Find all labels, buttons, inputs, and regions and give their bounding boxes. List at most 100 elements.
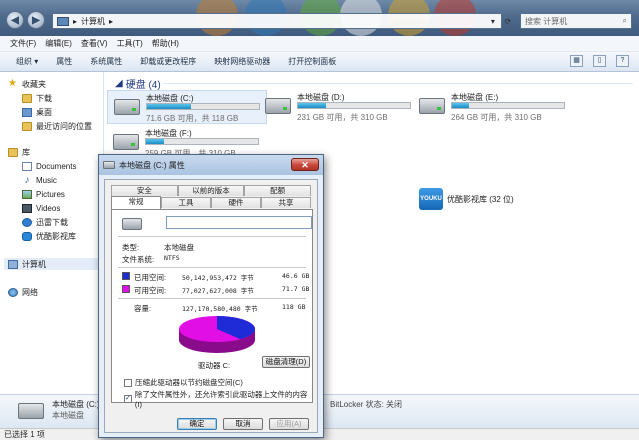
menu-file[interactable]: 文件(F) — [10, 38, 36, 49]
sidebar-item-network[interactable]: 网络 — [8, 286, 38, 298]
hard-disks-group-header[interactable]: ◢ 硬盘 (4) — [115, 76, 630, 91]
drive-free-space: 264 GB 可用，共 310 GB — [451, 113, 542, 122]
sidebar-item-desktop[interactable]: 桌面 — [22, 106, 52, 118]
tab-security[interactable]: 安全 — [111, 185, 178, 196]
organize-button[interactable]: 组织 ▾ — [16, 56, 38, 67]
sidebar-item-documents[interactable]: Documents — [22, 160, 76, 172]
back-button[interactable]: ◀ — [6, 11, 24, 29]
filesystem-label: 文件系统: — [122, 255, 155, 264]
drive-usage-bar — [451, 102, 565, 109]
drive-item-d[interactable]: 本地磁盘 (D:) 231 GB 可用，共 310 GB — [259, 90, 419, 124]
address-separator: ▸ — [73, 16, 78, 26]
documents-icon — [22, 161, 32, 171]
sidebar-item-youku-library[interactable]: 优酷影视库 — [22, 230, 76, 242]
tab-sharing[interactable]: 共享 — [261, 197, 311, 208]
bitlocker-status: BitLocker 状态: 关闭 — [330, 400, 403, 409]
sidebar-item-thunder-downloads[interactable]: 迅雷下载 — [22, 216, 68, 228]
drive-usage-bar — [146, 103, 260, 110]
cancel-button[interactable]: 取消 — [223, 418, 263, 430]
checkbox-unchecked[interactable] — [124, 378, 132, 387]
drive-usage-fill — [452, 103, 469, 108]
change-view-icon[interactable]: ▦ — [570, 55, 583, 67]
explorer-titlebar: ◀ ▶ ▸ 计算机 ▸ ▾ ⟳ 搜索 计算机 ⌕ — [0, 0, 639, 36]
sidebar-item-libraries[interactable]: 库 — [8, 146, 30, 158]
tab-hardware[interactable]: 硬件 — [211, 197, 261, 208]
youku-icon — [22, 231, 32, 241]
sidebar-item-label: Music — [36, 175, 57, 185]
dropdown-icon[interactable]: ▾ — [491, 17, 495, 26]
disk-cleanup-button[interactable]: 磁盘清理(D) — [262, 356, 310, 368]
details-name: 本地磁盘 (C:) — [52, 400, 100, 409]
tab-quota[interactable]: 配额 — [244, 185, 312, 196]
library-icon — [8, 147, 18, 157]
disk-usage-pie-chart — [179, 316, 256, 353]
used-space-swatch — [122, 272, 130, 280]
youku-library-item[interactable]: YOUKU 优酷影视库 (32 位) — [419, 188, 514, 210]
drive-usage-bar — [297, 102, 411, 109]
videos-icon — [22, 203, 32, 213]
divider — [118, 298, 306, 299]
help-icon[interactable]: ? — [616, 55, 629, 67]
sidebar-item-favorites[interactable]: ★ 收藏夹 — [8, 78, 46, 90]
address-path[interactable]: 计算机 — [81, 16, 105, 27]
menu-help[interactable]: 帮助(H) — [152, 38, 179, 49]
general-tab-page: 类型: 本地磁盘 文件系统: NTFS 已用空间: 50,142,953,472… — [111, 209, 313, 409]
type-value: 本地磁盘 — [164, 243, 194, 252]
collapse-icon[interactable]: ◢ — [115, 78, 123, 89]
dialog-body: 安全 以前的版本 配额 常规 工具 硬件 共享 类型: 本地磁盘 文件系统: N… — [104, 179, 318, 433]
compress-drive-checkbox[interactable]: 压缩此驱动器以节约磁盘空间(C) — [124, 377, 243, 388]
sidebar-item-label: Pictures — [36, 189, 65, 199]
hard-drive-icon — [122, 218, 142, 230]
checkmark-icon[interactable]: ✓ — [124, 395, 132, 403]
divider — [118, 267, 306, 268]
tab-previous-versions[interactable]: 以前的版本 — [177, 185, 245, 196]
drive-usage-bar — [145, 138, 259, 145]
youku-library-label: 优酷影视库 (32 位) — [447, 194, 514, 204]
sidebar-item-label: 收藏夹 — [22, 79, 46, 89]
search-icon[interactable]: ⌕ — [623, 16, 627, 26]
ok-button[interactable]: 确定 — [177, 418, 217, 430]
drive-free-space: 71.6 GB 可用，共 118 GB — [146, 114, 239, 123]
sidebar-item-computer[interactable]: 计算机 — [4, 258, 102, 270]
sidebar-item-music[interactable]: ♪ Music — [22, 174, 57, 186]
free-space-swatch — [122, 285, 130, 293]
preview-pane-icon[interactable]: ▯ — [593, 55, 606, 67]
sidebar-item-downloads[interactable]: 下载 — [22, 92, 52, 104]
sidebar-item-label: 桌面 — [36, 107, 52, 117]
forward-button[interactable]: ▶ — [27, 11, 45, 29]
forward-arrow-icon: ▶ — [32, 14, 40, 26]
system-properties-button[interactable]: 系统属性 — [90, 56, 122, 67]
menu-view[interactable]: 查看(V) — [81, 38, 108, 49]
sidebar-item-videos[interactable]: Videos — [22, 202, 60, 214]
properties-button[interactable]: 属性 — [56, 56, 72, 67]
sidebar-item-pictures[interactable]: Pictures — [22, 188, 65, 200]
refresh-icon[interactable]: ⟳ — [504, 17, 511, 26]
menu-edit[interactable]: 编辑(E) — [45, 38, 72, 49]
map-network-drive-button[interactable]: 映射网络驱动器 — [214, 56, 270, 67]
open-control-panel-button[interactable]: 打开控制面板 — [288, 56, 336, 67]
uninstall-program-button[interactable]: 卸载或更改程序 — [140, 56, 196, 67]
hard-drive-icon — [419, 98, 445, 114]
index-contents-checkbox[interactable]: ✓ 除了文件属性外，还允许索引此驱动器上文件的内容(I) — [124, 389, 312, 409]
hard-drive-icon — [18, 403, 44, 419]
menu-bar: 文件(F) 编辑(E) 查看(V) 工具(T) 帮助(H) — [0, 36, 639, 52]
address-bar[interactable]: ▸ 计算机 ▸ — [52, 13, 502, 29]
dialog-titlebar[interactable]: 本地磁盘 (C:) 属性 ✕ — [99, 155, 323, 175]
address-separator: ▸ — [109, 16, 114, 26]
downloads-folder-icon — [22, 93, 32, 103]
drive-item-c[interactable]: 本地磁盘 (C:) 71.6 GB 可用，共 118 GB — [107, 90, 267, 124]
search-input[interactable]: 搜索 计算机 ⌕ — [520, 13, 632, 29]
tab-general[interactable]: 常规 — [111, 196, 161, 209]
menu-tools[interactable]: 工具(T) — [117, 38, 143, 49]
sidebar-item-label: 最近访问的位置 — [36, 121, 92, 131]
drive-label-input[interactable] — [166, 216, 312, 229]
tab-tools[interactable]: 工具 — [161, 197, 211, 208]
hard-drive-icon — [113, 134, 139, 150]
computer-icon — [8, 259, 18, 269]
capacity-gb: 118 GB — [282, 303, 306, 311]
close-button[interactable]: ✕ — [291, 158, 319, 171]
sidebar-item-label: 计算机 — [22, 259, 46, 269]
sidebar-item-recent-places[interactable]: 最近访问的位置 — [22, 120, 92, 132]
apply-button[interactable]: 应用(A) — [269, 418, 309, 430]
drive-item-e[interactable]: 本地磁盘 (E:) 264 GB 可用，共 310 GB — [413, 90, 573, 124]
